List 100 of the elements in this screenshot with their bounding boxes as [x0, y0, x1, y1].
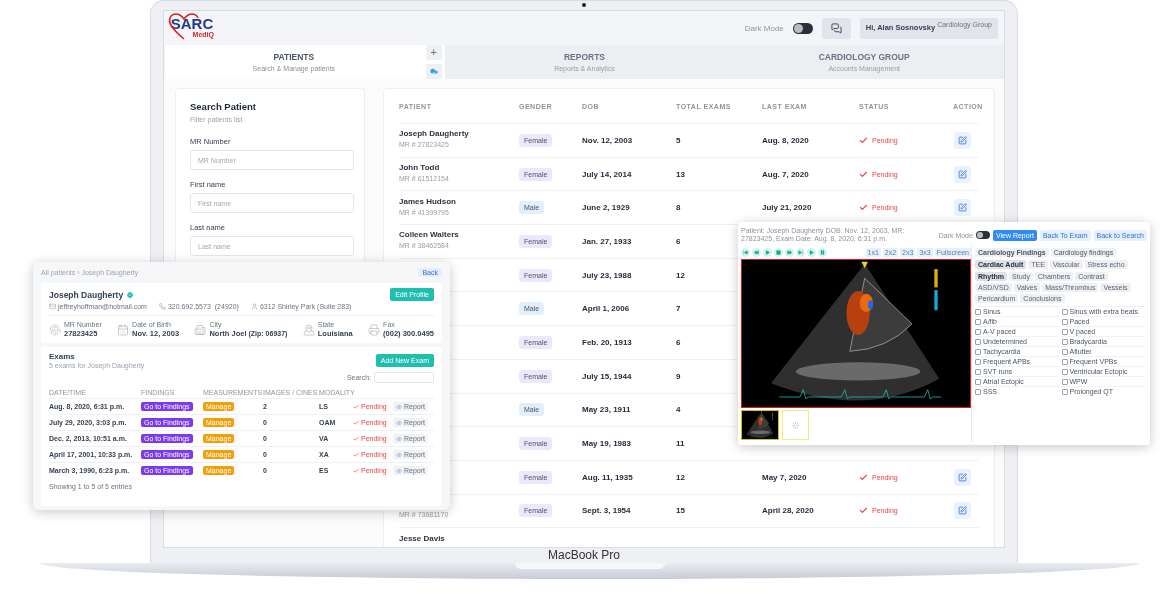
dob-cell: April 1, 2006	[582, 304, 630, 314]
dob-cell: Sept. 3, 1954	[582, 506, 631, 516]
check-icon	[859, 203, 868, 213]
eye-icon	[396, 403, 402, 410]
checkbox[interactable]	[975, 388, 981, 395]
edit-button[interactable]	[954, 165, 971, 183]
dob-cell: July 14, 2014	[582, 169, 632, 179]
dob-cell: May 19, 1983	[582, 439, 631, 449]
check-icon	[353, 403, 359, 410]
email-icon	[49, 303, 56, 310]
patient-name: James Hudson	[399, 196, 457, 206]
last-exam-cell: May 7, 2020	[762, 472, 807, 482]
phone-icon	[158, 303, 166, 310]
dark-mode-toggle[interactable]	[975, 231, 990, 239]
fast-forward-icon	[787, 249, 792, 255]
total-exams-cell: 11	[676, 439, 685, 449]
edit-button[interactable]	[954, 131, 971, 149]
laptop-label: MacBook Pro	[548, 548, 620, 563]
checkbox[interactable]	[1061, 338, 1068, 345]
checkbox[interactable]	[975, 358, 981, 365]
playback-button[interactable]	[752, 247, 761, 257]
dob-cell: June 2, 1929	[582, 203, 630, 213]
last-exam-cell: April 28, 2020	[762, 506, 814, 516]
playback-button[interactable]	[774, 247, 783, 257]
total-exams-cell: 15	[676, 506, 685, 516]
stop-icon	[776, 249, 781, 255]
dob-cell: Feb. 20, 1913	[582, 337, 632, 347]
patient-name: Jesse Davis	[399, 533, 446, 543]
last-exam-cell: Aug. 7, 2020	[762, 169, 809, 179]
camera-dot	[582, 3, 586, 7]
check-icon	[353, 435, 359, 442]
eye-icon	[396, 435, 402, 442]
edit-button[interactable]	[954, 502, 971, 520]
edit-icon	[958, 203, 967, 213]
total-exams-cell: 13	[676, 169, 685, 179]
playback-button[interactable]	[763, 247, 772, 257]
edit-icon	[958, 472, 967, 482]
messages-icon	[830, 22, 842, 34]
checkbox[interactable]	[1061, 308, 1068, 315]
calendar-icon	[117, 323, 130, 336]
edit-button[interactable]	[954, 199, 971, 217]
checkbox[interactable]	[975, 308, 981, 315]
total-exams-cell: 6	[676, 236, 681, 246]
total-exams-cell: 4	[676, 405, 681, 415]
total-exams-cell: 8	[676, 203, 681, 213]
loading-icon	[792, 421, 799, 429]
check-icon	[353, 467, 359, 474]
edit-icon	[958, 135, 967, 145]
play-icon	[765, 249, 770, 255]
check-icon	[353, 419, 359, 426]
person-icon	[250, 303, 258, 310]
checkbox[interactable]	[1061, 368, 1068, 375]
edit-icon	[958, 169, 967, 179]
total-exams-cell: 9	[676, 371, 681, 381]
exams-title: Exams	[49, 352, 76, 361]
last-exam-cell: Aug. 8, 2020	[762, 135, 809, 145]
total-exams-cell: 5	[676, 135, 681, 145]
verified-icon	[126, 290, 135, 299]
checkbox[interactable]	[1061, 328, 1068, 335]
building-icon	[194, 323, 207, 336]
checkbox[interactable]	[1061, 358, 1068, 365]
total-exams-cell: 12	[676, 472, 685, 482]
total-exams-cell: 7	[676, 304, 681, 314]
patient-name: Colleen Walters	[399, 230, 460, 240]
rewind-icon	[754, 249, 759, 255]
checkbox[interactable]	[975, 348, 981, 355]
checkbox[interactable]	[975, 378, 981, 385]
dark-mode-toggle[interactable]	[792, 22, 813, 34]
checkbox[interactable]	[1061, 348, 1068, 355]
checkbox[interactable]	[975, 328, 981, 335]
thumbnail[interactable]	[741, 410, 779, 440]
playback-button[interactable]	[796, 247, 805, 257]
playback-button[interactable]	[785, 247, 794, 257]
dob-cell: Aug. 11, 1935	[582, 472, 633, 482]
messages-button[interactable]	[821, 17, 851, 39]
playback-button[interactable]	[818, 247, 827, 257]
checkbox[interactable]	[975, 368, 981, 375]
checkbox[interactable]	[1061, 318, 1068, 325]
total-exams-cell: 6	[676, 337, 681, 347]
skip-back-icon	[743, 249, 748, 255]
dob-cell: July 23, 1988	[582, 270, 632, 280]
checkbox[interactable]	[1061, 378, 1068, 385]
last-exam-cell: July 21, 2020	[762, 203, 812, 213]
upload-button[interactable]	[425, 64, 442, 79]
play-icon	[809, 249, 814, 255]
edit-button[interactable]	[954, 468, 971, 486]
search-field[interactable]	[374, 372, 434, 383]
dob-cell: Jan. 27, 1933	[582, 236, 632, 246]
checkbox[interactable]	[1061, 388, 1068, 395]
patient-name: Joseph Daugherty	[399, 129, 470, 139]
checkbox[interactable]	[975, 338, 981, 345]
total-exams-cell: 12	[676, 270, 685, 280]
add-button[interactable]: +	[425, 45, 442, 60]
panel-title: Search Patient	[190, 101, 257, 112]
checkbox[interactable]	[975, 318, 981, 325]
check-icon	[353, 451, 359, 458]
playback-button[interactable]	[741, 247, 750, 257]
thumbnail[interactable]	[782, 410, 809, 440]
patient-name: John Todd	[399, 163, 441, 173]
playback-button[interactable]	[807, 247, 816, 257]
